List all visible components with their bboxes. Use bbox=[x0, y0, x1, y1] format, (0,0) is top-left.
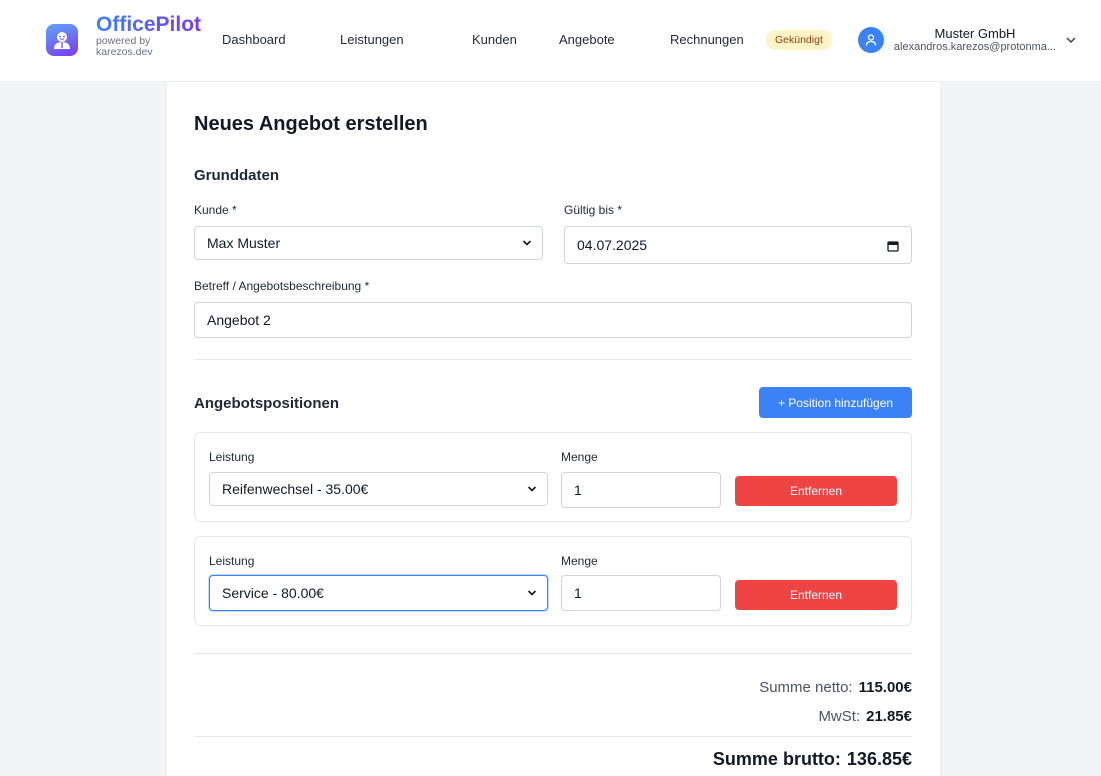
gross-total-value: 136.85€ bbox=[846, 749, 912, 769]
subscription-status-badge: Gekündigt bbox=[766, 30, 832, 50]
add-position-button[interactable]: + Position hinzufügen bbox=[759, 387, 912, 418]
gross-total: Summe brutto: 136.85€ bbox=[713, 748, 912, 770]
service-select-value: Service - 80.00€ bbox=[222, 585, 324, 601]
net-total-value: 115.00€ bbox=[858, 679, 912, 696]
customer-select[interactable]: Max Muster bbox=[194, 226, 543, 260]
nav-dashboard[interactable]: Dashboard bbox=[222, 32, 286, 48]
position-item: Leistung Reifenwechsel - 35.00€ Menge 1 … bbox=[194, 432, 912, 522]
divider bbox=[194, 736, 912, 737]
user-email: alexandros.karezos@protonma... bbox=[893, 41, 1057, 53]
subject-label: Betreff / Angebotsbeschreibung * bbox=[194, 279, 370, 293]
page-title: Neues Angebot erstellen bbox=[194, 113, 428, 135]
valid-until-date-input[interactable]: 04.07.2025 bbox=[564, 226, 912, 264]
brand-title[interactable]: OfficePilot bbox=[96, 14, 201, 36]
nav-kunden[interactable]: Kunden bbox=[472, 32, 517, 48]
chevron-down-icon bbox=[522, 240, 532, 246]
valid-until-label: Gültig bis * bbox=[564, 203, 623, 217]
quantity-value: 1 bbox=[574, 585, 582, 601]
subject-input-value: Angebot 2 bbox=[207, 312, 271, 328]
quantity-label: Menge bbox=[561, 554, 598, 568]
net-total-label: Summe netto: bbox=[759, 679, 853, 696]
user-avatar-icon[interactable] bbox=[858, 27, 884, 53]
vat-label: MwSt: bbox=[818, 708, 861, 725]
quantity-input[interactable]: 1 bbox=[561, 472, 721, 508]
section-positions: Angebotspositionen bbox=[194, 395, 339, 412]
nav-leistungen[interactable]: Leistungen bbox=[340, 32, 404, 48]
service-label: Leistung bbox=[209, 450, 255, 464]
app-logo-icon[interactable] bbox=[46, 24, 78, 56]
top-navbar: OfficePilot powered by karezos.dev Dashb… bbox=[0, 0, 1101, 82]
chevron-down-icon bbox=[527, 486, 537, 492]
quantity-value: 1 bbox=[574, 482, 582, 498]
remove-position-button[interactable]: Entfernen bbox=[735, 476, 897, 506]
service-select[interactable]: Reifenwechsel - 35.00€ bbox=[209, 472, 548, 506]
vat-total: MwSt: 21.85€ bbox=[818, 708, 912, 726]
subject-input[interactable]: Angebot 2 bbox=[194, 302, 912, 338]
customer-label: Kunde * bbox=[194, 203, 237, 217]
chevron-down-icon bbox=[527, 590, 537, 596]
remove-position-button[interactable]: Entfernen bbox=[735, 580, 897, 610]
net-total: Summe netto: 115.00€ bbox=[759, 679, 912, 697]
service-select-value: Reifenwechsel - 35.00€ bbox=[222, 481, 369, 497]
offer-form-card: Neues Angebot erstellen Grunddaten Kunde… bbox=[167, 82, 940, 776]
user-company-name: Muster GmbH bbox=[934, 26, 1016, 41]
brand[interactable]: OfficePilot powered by karezos.dev bbox=[96, 14, 201, 58]
calendar-icon[interactable] bbox=[887, 240, 899, 252]
service-label: Leistung bbox=[209, 554, 255, 568]
vat-value: 21.85€ bbox=[866, 708, 912, 725]
valid-until-value: 04.07.2025 bbox=[577, 237, 648, 253]
service-select[interactable]: Service - 80.00€ bbox=[209, 575, 548, 611]
divider bbox=[194, 653, 912, 654]
section-basic-data: Grunddaten bbox=[194, 167, 279, 184]
brand-subtitle: powered by karezos.dev bbox=[96, 35, 153, 58]
gross-total-label: Summe brutto: bbox=[712, 749, 841, 769]
chevron-down-icon[interactable] bbox=[1064, 33, 1078, 47]
user-menu[interactable]: Muster GmbH alexandros.karezos@protonma.… bbox=[890, 27, 1060, 54]
customer-select-value: Max Muster bbox=[207, 235, 281, 251]
divider bbox=[194, 359, 912, 360]
position-item: Leistung Service - 80.00€ Menge 1 Entfer… bbox=[194, 536, 912, 626]
quantity-input[interactable]: 1 bbox=[561, 575, 721, 611]
nav-angebote[interactable]: Angebote bbox=[559, 32, 615, 48]
quantity-label: Menge bbox=[561, 450, 598, 464]
nav-rechnungen[interactable]: Rechnungen bbox=[670, 32, 744, 48]
